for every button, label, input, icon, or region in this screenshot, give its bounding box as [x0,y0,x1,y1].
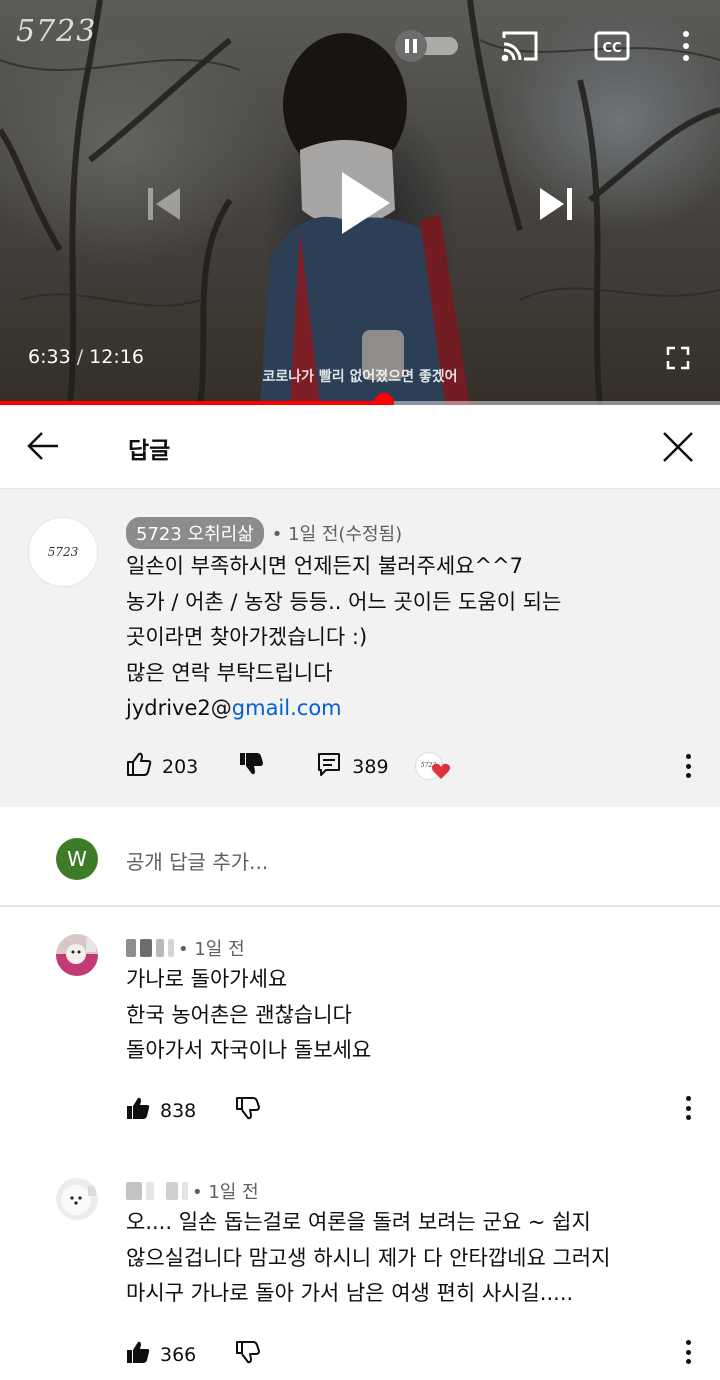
user-avatar: W [56,838,98,880]
like-icon[interactable] [126,1340,150,1369]
previous-icon[interactable] [144,184,184,224]
reply-line: 가나로 돌아가세요 [126,967,288,991]
comment-line: 곳이라면 찾아가겠습니다 :) [126,625,368,649]
svg-text:CC: CC [602,41,621,56]
autoplay-toggle[interactable] [394,30,460,62]
cast-icon[interactable] [500,28,540,64]
reply-actions: 366 [126,1340,261,1369]
replies-header: 답글 [0,405,720,489]
reply-line: 않으실겁니다 맘고생 하시니 제가 다 안타깝네요 그러지 [126,1245,611,1270]
heart-icon [431,763,450,779]
reply-count: 389 [352,755,389,778]
dislike-icon[interactable] [236,1096,261,1125]
playback-time: 6:33 / 12:16 [28,346,144,368]
reply-text: 가나로 돌아가세요 한국 농어촌은 괜찮습니다 돌아가서 자국이나 돌보세요 [126,962,371,1069]
comment-meta: 5723 오취리삶 • 1일 전(수정됨) [126,517,402,549]
comment-line: 농가 / 어촌 / 농장 등등.. 어느 곳이든 도움이 되는 [126,589,562,614]
reply-item: • 1일 전 가나로 돌아가세요 한국 농어촌은 괜찮습니다 돌아가서 자국이나… [0,909,720,1149]
reply-input[interactable]: 공개 답글 추가... [126,846,268,875]
reply-menu-icon[interactable] [678,1093,698,1123]
burned-in-subtitle: 코로나가 빨리 없어졌으면 좋겠어 [262,369,458,385]
reply-meta: • 1일 전 [126,1178,259,1204]
dislike-icon[interactable] [236,1340,261,1369]
author-name-redacted [126,1182,192,1200]
comment-line: 많은 연락 부탁드립니다 [126,660,333,685]
comment-email: jydrive2@gmail.com [126,691,561,727]
author-name-redacted [126,939,178,957]
reply-meta: • 1일 전 [126,935,245,961]
channel-avatar-text: 5723 [47,545,79,559]
dislike-icon[interactable] [238,751,264,782]
reply-time: • 1일 전 [178,939,245,960]
reply-line: 오.... 일손 돕는걸로 여론을 돌려 보려는 군요 ~ 쉽지 [126,1210,591,1234]
reply-icon[interactable] [316,751,342,782]
captions-icon[interactable]: CC [594,30,630,62]
reply-line: 돌아가서 자국이나 돌보세요 [126,1038,372,1062]
next-icon[interactable] [536,184,576,224]
reply-time: • 1일 전 [192,1182,259,1203]
avatar[interactable] [56,1178,98,1220]
play-icon[interactable] [330,168,394,238]
channel-watermark: 5723 [16,14,97,49]
duration: 12:16 [89,346,144,368]
like-count: 838 [160,1099,197,1122]
reply-line: 마시구 가나로 돌아 가서 남은 여생 편히 사시길..... [126,1281,574,1305]
like-count: 203 [162,755,199,778]
like-icon[interactable] [126,751,152,782]
email-user: jydrive2@ [126,696,232,720]
like-icon[interactable] [126,1096,150,1125]
reply-menu-icon[interactable] [678,1337,698,1367]
back-arrow-icon[interactable] [26,429,60,463]
comment-actions: 203 389 5723 [126,751,455,782]
video-player[interactable]: 5723 CC 6:33 / 12:16 코로나가 빨리 없어졌으면 좋겠어 [0,0,720,405]
main-comment: 5723 5723 오취리삶 • 1일 전(수정됨) 일손이 부족하시면 언제든… [0,489,720,807]
close-icon[interactable] [660,429,696,465]
page-title: 답글 [128,438,171,464]
comment-line: 일손이 부족하시면 언제든지 불러주세요^^7 [126,554,524,578]
email-link[interactable]: gmail.com [232,696,342,720]
comment-menu-icon[interactable] [678,751,698,781]
creator-heart-badge: 5723 [414,751,455,782]
channel-avatar[interactable]: 5723 [28,517,98,587]
more-options-icon[interactable] [674,28,698,64]
reply-text: 오.... 일손 돕는걸로 여론을 돌려 보려는 군요 ~ 쉽지 않으실겁니다 … [126,1205,610,1312]
like-count: 366 [160,1343,197,1366]
reply-item: • 1일 전 오.... 일손 돕는걸로 여론을 돌려 보려는 군요 ~ 쉽지 … [0,1149,720,1380]
reply-line: 한국 농어촌은 괜찮습니다 [126,1002,352,1027]
reply-actions: 838 [126,1096,261,1125]
current-time: 6:33 [28,346,71,368]
comment-text: 일손이 부족하시면 언제든지 불러주세요^^7 농가 / 어촌 / 농장 등등.… [126,549,561,727]
author-badge[interactable]: 5723 오취리삶 [126,517,264,549]
add-reply-bar[interactable]: W 공개 답글 추가... [0,807,720,907]
comment-time: • 1일 전(수정됨) [271,524,403,545]
avatar[interactable] [56,934,98,976]
